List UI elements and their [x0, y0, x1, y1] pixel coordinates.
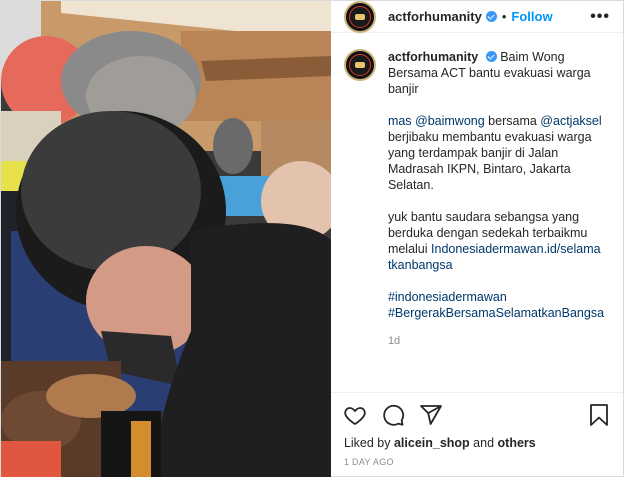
post-header: actforhumanity • Follow ••• [330, 0, 623, 33]
caption-title-paragraph: actforhumanity Baim Wong Bersama ACT ban… [388, 49, 604, 97]
mention-baimwong[interactable]: mas @baimwong [388, 114, 485, 128]
caption-section: actforhumanity Baim Wong Bersama ACT ban… [331, 33, 623, 392]
liked-by-others[interactable]: others [498, 436, 536, 450]
follow-button[interactable]: Follow [511, 9, 552, 24]
liked-by-user[interactable]: alicein_shop [394, 436, 470, 450]
share-icon[interactable] [419, 403, 443, 427]
avatar[interactable] [343, 0, 376, 33]
caption-para1-rest: berjibaku membantu evakuasi warga yang t… [387, 130, 592, 192]
caption-paragraph-2: yuk bantu saudara sebangsa yang berduka … [388, 209, 604, 273]
header-separator: • [501, 9, 507, 24]
act-logo-icon [348, 5, 371, 28]
caption-age[interactable]: 1d [388, 333, 604, 349]
post-media-image[interactable] [1, 1, 331, 477]
caption-paragraph-1: mas @baimwong bersama @actjaksel berjiba… [388, 113, 604, 193]
likes-summary: Liked by alicein_shop and others [331, 436, 623, 450]
caption-avatar[interactable] [343, 49, 376, 81]
caption-row: actforhumanity Baim Wong Bersama ACT ban… [343, 49, 610, 349]
header-username[interactable]: actforhumanity [388, 9, 482, 24]
caption-username[interactable]: actforhumanity [388, 50, 478, 64]
hashtag-indonesiadermawan[interactable]: #indonesiadermawan [388, 290, 507, 304]
verified-badge-icon [485, 11, 497, 22]
post-photo [1, 1, 331, 477]
likes-middle: and [469, 436, 498, 450]
post-sidebar: actforhumanity • Follow ••• actforhumani… [330, 0, 623, 477]
instagram-post: actforhumanity • Follow ••• actforhumani… [0, 0, 624, 477]
more-options-icon[interactable]: ••• [590, 8, 610, 26]
post-timestamp[interactable]: 1 DAY AGO [331, 450, 623, 477]
mention-actjaksel[interactable]: @actjaksel [540, 114, 601, 128]
action-bar [330, 392, 623, 436]
act-logo-icon [348, 54, 371, 76]
comment-icon[interactable] [381, 403, 405, 427]
hashtag-bergerakbersama[interactable]: #BergerakBersamaSelamatkanBangsa [388, 306, 604, 320]
likes-prefix: Liked by [343, 436, 394, 450]
caption-text: actforhumanity Baim Wong Bersama ACT ban… [388, 49, 604, 349]
caption-hashtags: #indonesiadermawan #BergerakBersamaSelam… [388, 289, 604, 321]
bookmark-icon[interactable] [587, 403, 611, 427]
verified-badge-icon [485, 51, 497, 62]
heart-icon[interactable] [343, 403, 367, 427]
caption-para1-mid: bersama [484, 114, 541, 128]
